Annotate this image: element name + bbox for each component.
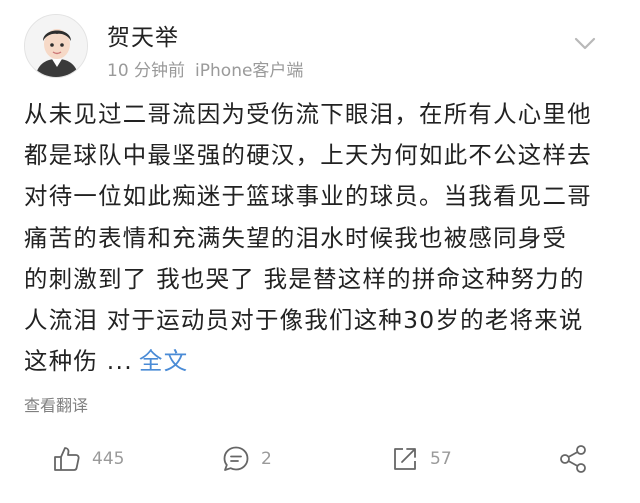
post-text-line: 人流泪 对于运动员对于像我们这种30岁的老将来说 — [24, 306, 584, 335]
action-bar: 445 2 57 — [0, 435, 640, 483]
chevron-down-icon[interactable] — [573, 36, 597, 52]
avatar-illustration — [25, 15, 87, 77]
like-count: 445 — [92, 449, 125, 469]
post-text-last-line: 这种伤 ... 全文 — [24, 341, 624, 382]
comment-button[interactable]: 2 — [221, 443, 272, 475]
thumbs-up-icon — [52, 444, 82, 474]
translate-link[interactable]: 查看翻译 — [24, 392, 88, 416]
repost-icon — [390, 444, 420, 474]
share-button[interactable] — [558, 443, 588, 475]
post-text-line: 都是球队中最坚强的硬汉，上天为何如此不公这样去 — [24, 141, 592, 170]
post-body: 从未见过二哥流因为受伤流下眼泪，在所有人心里他 都是球队中最坚强的硬汉，上天为何… — [24, 94, 624, 382]
author-name[interactable]: 贺天举 — [107, 18, 179, 52]
post-time: 10 分钟前 — [107, 61, 186, 81]
share-icon — [558, 444, 588, 474]
comment-icon — [221, 444, 251, 474]
post-header: 贺天举 10 分钟前 iPhone客户端 — [0, 0, 640, 92]
post-text-line: 从未见过二哥流因为受伤流下眼泪，在所有人心里他 — [24, 100, 592, 128]
like-button[interactable]: 445 — [52, 443, 124, 475]
post-source: iPhone客户端 — [195, 61, 304, 81]
repost-button[interactable]: 57 — [390, 443, 452, 475]
post-text-line: 这种伤 ... — [24, 347, 134, 376]
full-text-link[interactable]: 全文 — [139, 347, 188, 375]
post-text-line: 痛苦的表情和充满失望的泪水时候我也被感同身受 — [24, 223, 568, 252]
post-text-line: 的刺激到了 我也哭了 我是替这样的拼命这种努力的 — [24, 264, 585, 293]
avatar[interactable] — [24, 14, 88, 78]
post-text-line: 对待一位如此痴迷于篮球事业的球员。当我看见二哥 — [24, 182, 592, 211]
repost-count: 57 — [430, 449, 452, 469]
comment-count: 2 — [261, 449, 272, 469]
post-meta: 10 分钟前 iPhone客户端 — [107, 56, 303, 81]
